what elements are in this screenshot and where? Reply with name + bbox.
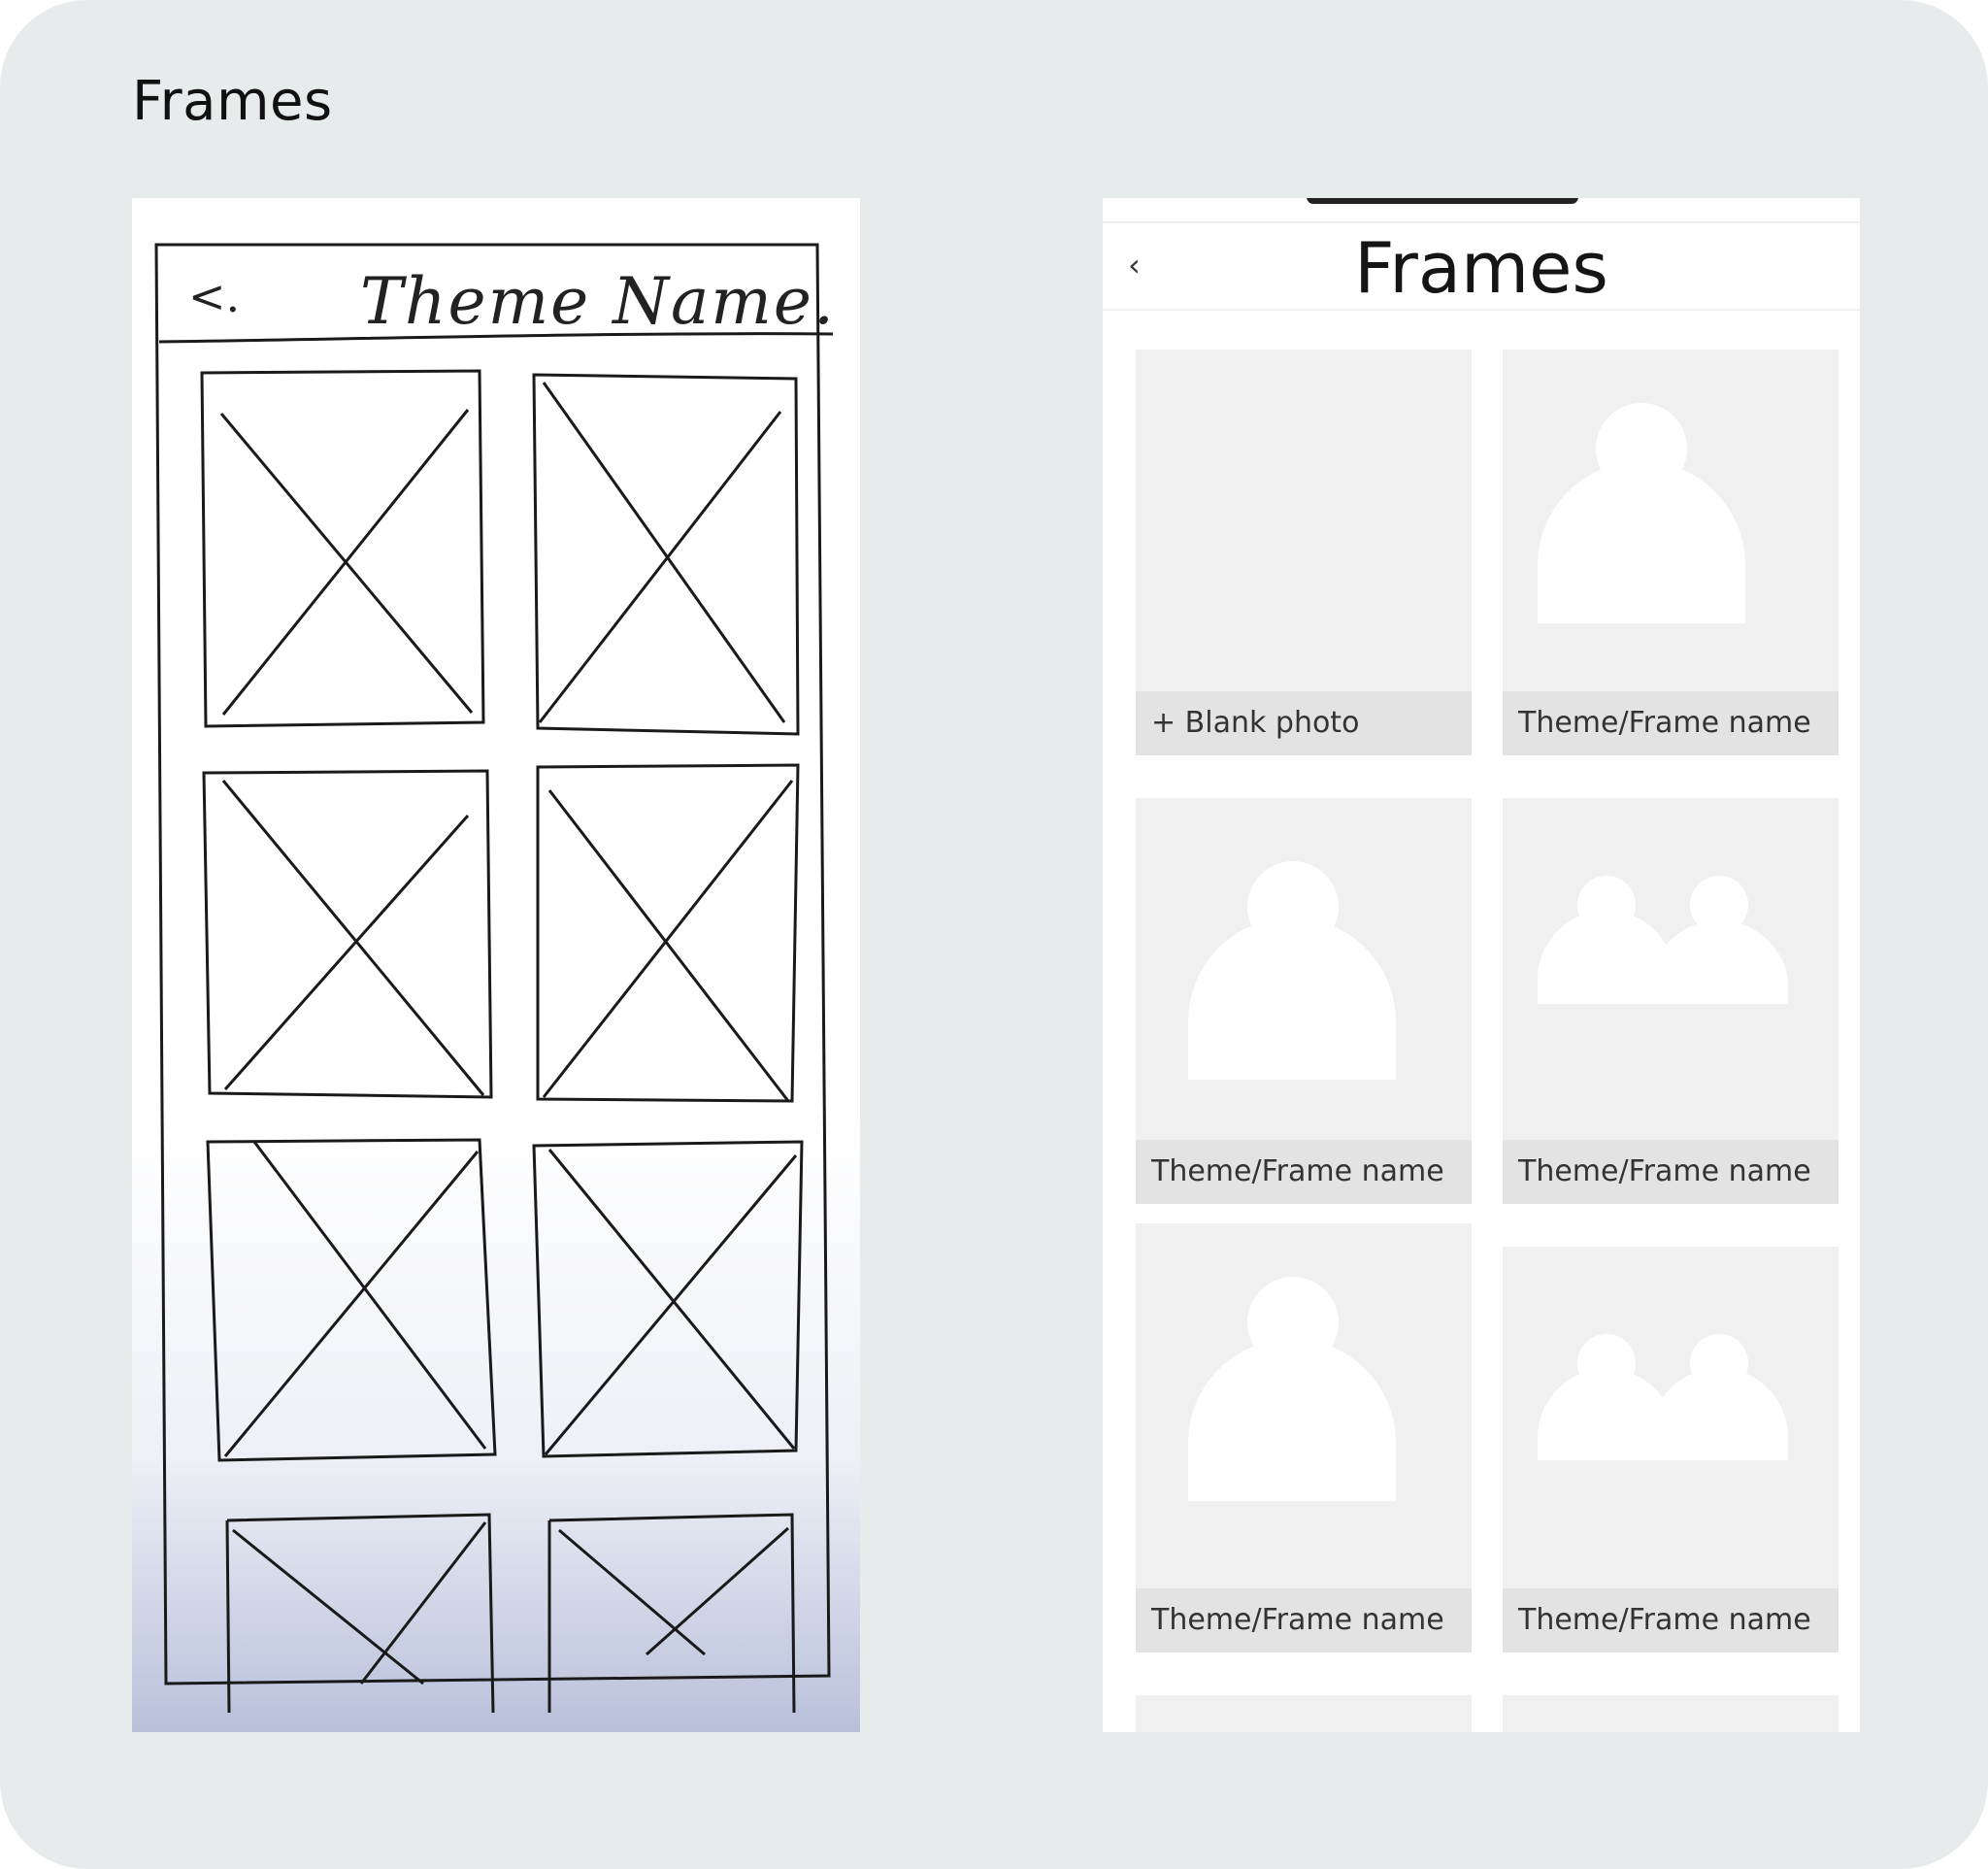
page-title: Frames [132,70,333,133]
frame-tile[interactable]: Theme/Frame name [1136,1223,1472,1652]
tile-label: Theme/Frame name [1503,691,1839,755]
person-icon [1188,1277,1396,1501]
frame-tile[interactable]: Theme/Frame name [1503,1247,1839,1652]
background-card: Frames <. Theme Name. ‹ Frames + Blank p… [0,0,1988,1869]
frame-tile[interactable]: Theme/Frame name [1503,798,1839,1204]
two-persons-icon [1538,876,1788,1004]
person-icon [1538,403,1745,623]
sketch-phone-outline [154,243,831,1685]
frame-tile[interactable]: Theme/Frame name [1503,350,1839,755]
sketch-tile-5 [206,1138,497,1462]
status-bar-notch [1307,198,1578,204]
sketch-tile-8 [547,1513,796,1714]
wireframe-header: ‹ Frames [1103,223,1860,311]
sketch-tile-7-cross [232,1521,487,1685]
sketch-tile-6-cross [544,1149,798,1455]
sketch-tile-1 [200,369,485,728]
two-persons-icon [1538,1334,1788,1460]
sketch-tile-5-cross [223,1141,487,1457]
sketch-tile-4-cross [542,780,794,1102]
person-icon [1188,861,1396,1080]
frame-tile[interactable]: Theme/Frame name [1136,798,1472,1204]
sketch-tile-2-cross [538,382,786,723]
tile-label: Theme/Frame name [1136,1140,1472,1204]
sketch-tile-1-cross [219,409,474,716]
frame-tile-partial[interactable] [1503,1695,1839,1732]
status-bar [1103,198,1860,223]
tile-label: + Blank photo [1136,691,1472,755]
frame-tile-blank[interactable]: + Blank photo [1136,350,1472,755]
tile-label: Theme/Frame name [1503,1140,1839,1204]
wireframe-screen: ‹ Frames + Blank photo Theme/Frame name … [1103,198,1860,1732]
sketch-tile-8-cross [558,1526,789,1656]
sketch-title: Theme Name. [360,264,836,339]
sketch-tile-3-cross [221,780,485,1096]
frame-tile-partial[interactable] [1136,1695,1472,1732]
sketch-image: <. Theme Name. [132,198,860,1732]
tile-label: Theme/Frame name [1503,1588,1839,1652]
sketch-back-arrow: <. [188,270,241,322]
sketch-tile-4 [536,763,800,1103]
tile-label: Theme/Frame name [1136,1588,1472,1652]
wireframe-title: Frames [1354,227,1608,309]
sketch-drawing [154,243,834,1714]
sketch-tile-3 [202,769,493,1099]
